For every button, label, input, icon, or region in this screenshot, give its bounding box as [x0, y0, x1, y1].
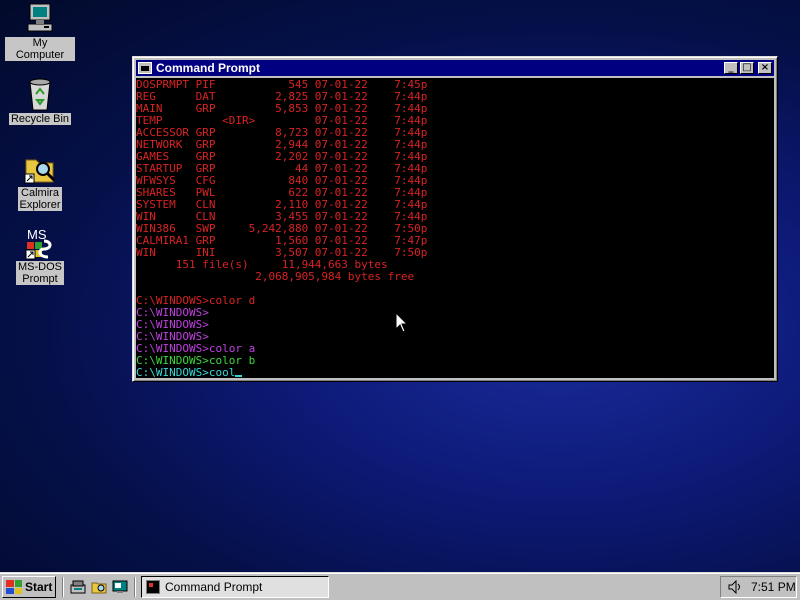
desktop-icon-label-line1: Calmira — [21, 187, 59, 199]
desktop-icon-label-line2: Explorer — [19, 199, 61, 211]
desktop-icon-label: Calmira Explorer — [17, 187, 63, 211]
taskbar-separator — [134, 577, 136, 597]
current-prompt-line[interactable]: C:\WINDOWS>cool — [136, 367, 774, 378]
desktop-icon-my-computer[interactable]: My Computer — [5, 2, 75, 61]
minimize-button[interactable]: _ — [724, 62, 738, 74]
taskbar: Start Command Prompt 7:51 PM — [0, 572, 800, 600]
desktop-icon-label-line1: MS-DOS — [18, 261, 62, 273]
clock[interactable]: 7:51 PM — [751, 580, 796, 594]
command-prompt-window[interactable]: Command Prompt _ □ × DOSPRMPT PIF 545 07… — [132, 56, 778, 382]
close-button[interactable]: × — [758, 62, 772, 74]
quick-launch-explorer-icon[interactable] — [91, 579, 107, 595]
ms-badge-text: MS — [27, 227, 47, 242]
window-title: Command Prompt — [156, 61, 261, 75]
dir-summary-free: 2,068,905,984 bytes free — [136, 270, 415, 283]
prompt-line: C:\WINDOWS> — [136, 318, 209, 331]
current-prompt-text: C:\WINDOWS>cool — [136, 366, 236, 379]
start-label: Start — [25, 580, 53, 594]
desktop-icon-calmira-explorer[interactable]: Calmira Explorer — [5, 152, 75, 211]
start-button[interactable]: Start — [2, 576, 56, 598]
quick-launch-network-icon[interactable] — [70, 579, 86, 595]
command-prompt-icon — [146, 580, 160, 594]
speaker-icon[interactable] — [727, 580, 743, 594]
taskbar-button-command-prompt[interactable]: Command Prompt — [141, 576, 329, 598]
taskbar-button-label: Command Prompt — [165, 580, 263, 594]
desktop-icon-ms-dos-prompt[interactable]: MS MS-DOS Prompt — [5, 226, 75, 285]
calmira-explorer-icon — [24, 159, 56, 184]
my-computer-icon — [27, 3, 53, 32]
prompt-line: C:\WINDOWS>color d — [136, 294, 256, 307]
quick-launch-desktop-icon[interactable] — [112, 579, 128, 595]
ms-dos-prompt-icon: MS — [25, 227, 52, 260]
prompt-line: C:\WINDOWS> — [136, 306, 209, 319]
system-tray: 7:51 PM — [720, 576, 797, 598]
recycle-bin-icon — [29, 78, 51, 111]
window-system-menu-icon[interactable] — [138, 62, 152, 74]
desktop-icon-label: Recycle Bin — [8, 113, 72, 125]
desktop-icon-recycle-bin[interactable]: Recycle Bin — [5, 76, 75, 125]
console-output[interactable]: DOSPRMPT PIF 545 07-01-22 7:45p REG DAT … — [136, 78, 774, 378]
window-titlebar[interactable]: Command Prompt _ □ × — [136, 60, 774, 76]
mouse-pointer-icon — [396, 313, 408, 333]
desktop-icon-label: MS-DOS Prompt — [16, 261, 64, 285]
text-cursor — [235, 375, 243, 377]
windows-flag-icon — [6, 580, 22, 594]
maximize-button[interactable]: □ — [740, 62, 754, 74]
desktop-icon-label: My Computer — [5, 37, 75, 61]
taskbar-separator — [62, 577, 64, 597]
desktop-icon-label-line2: Prompt — [22, 273, 58, 285]
